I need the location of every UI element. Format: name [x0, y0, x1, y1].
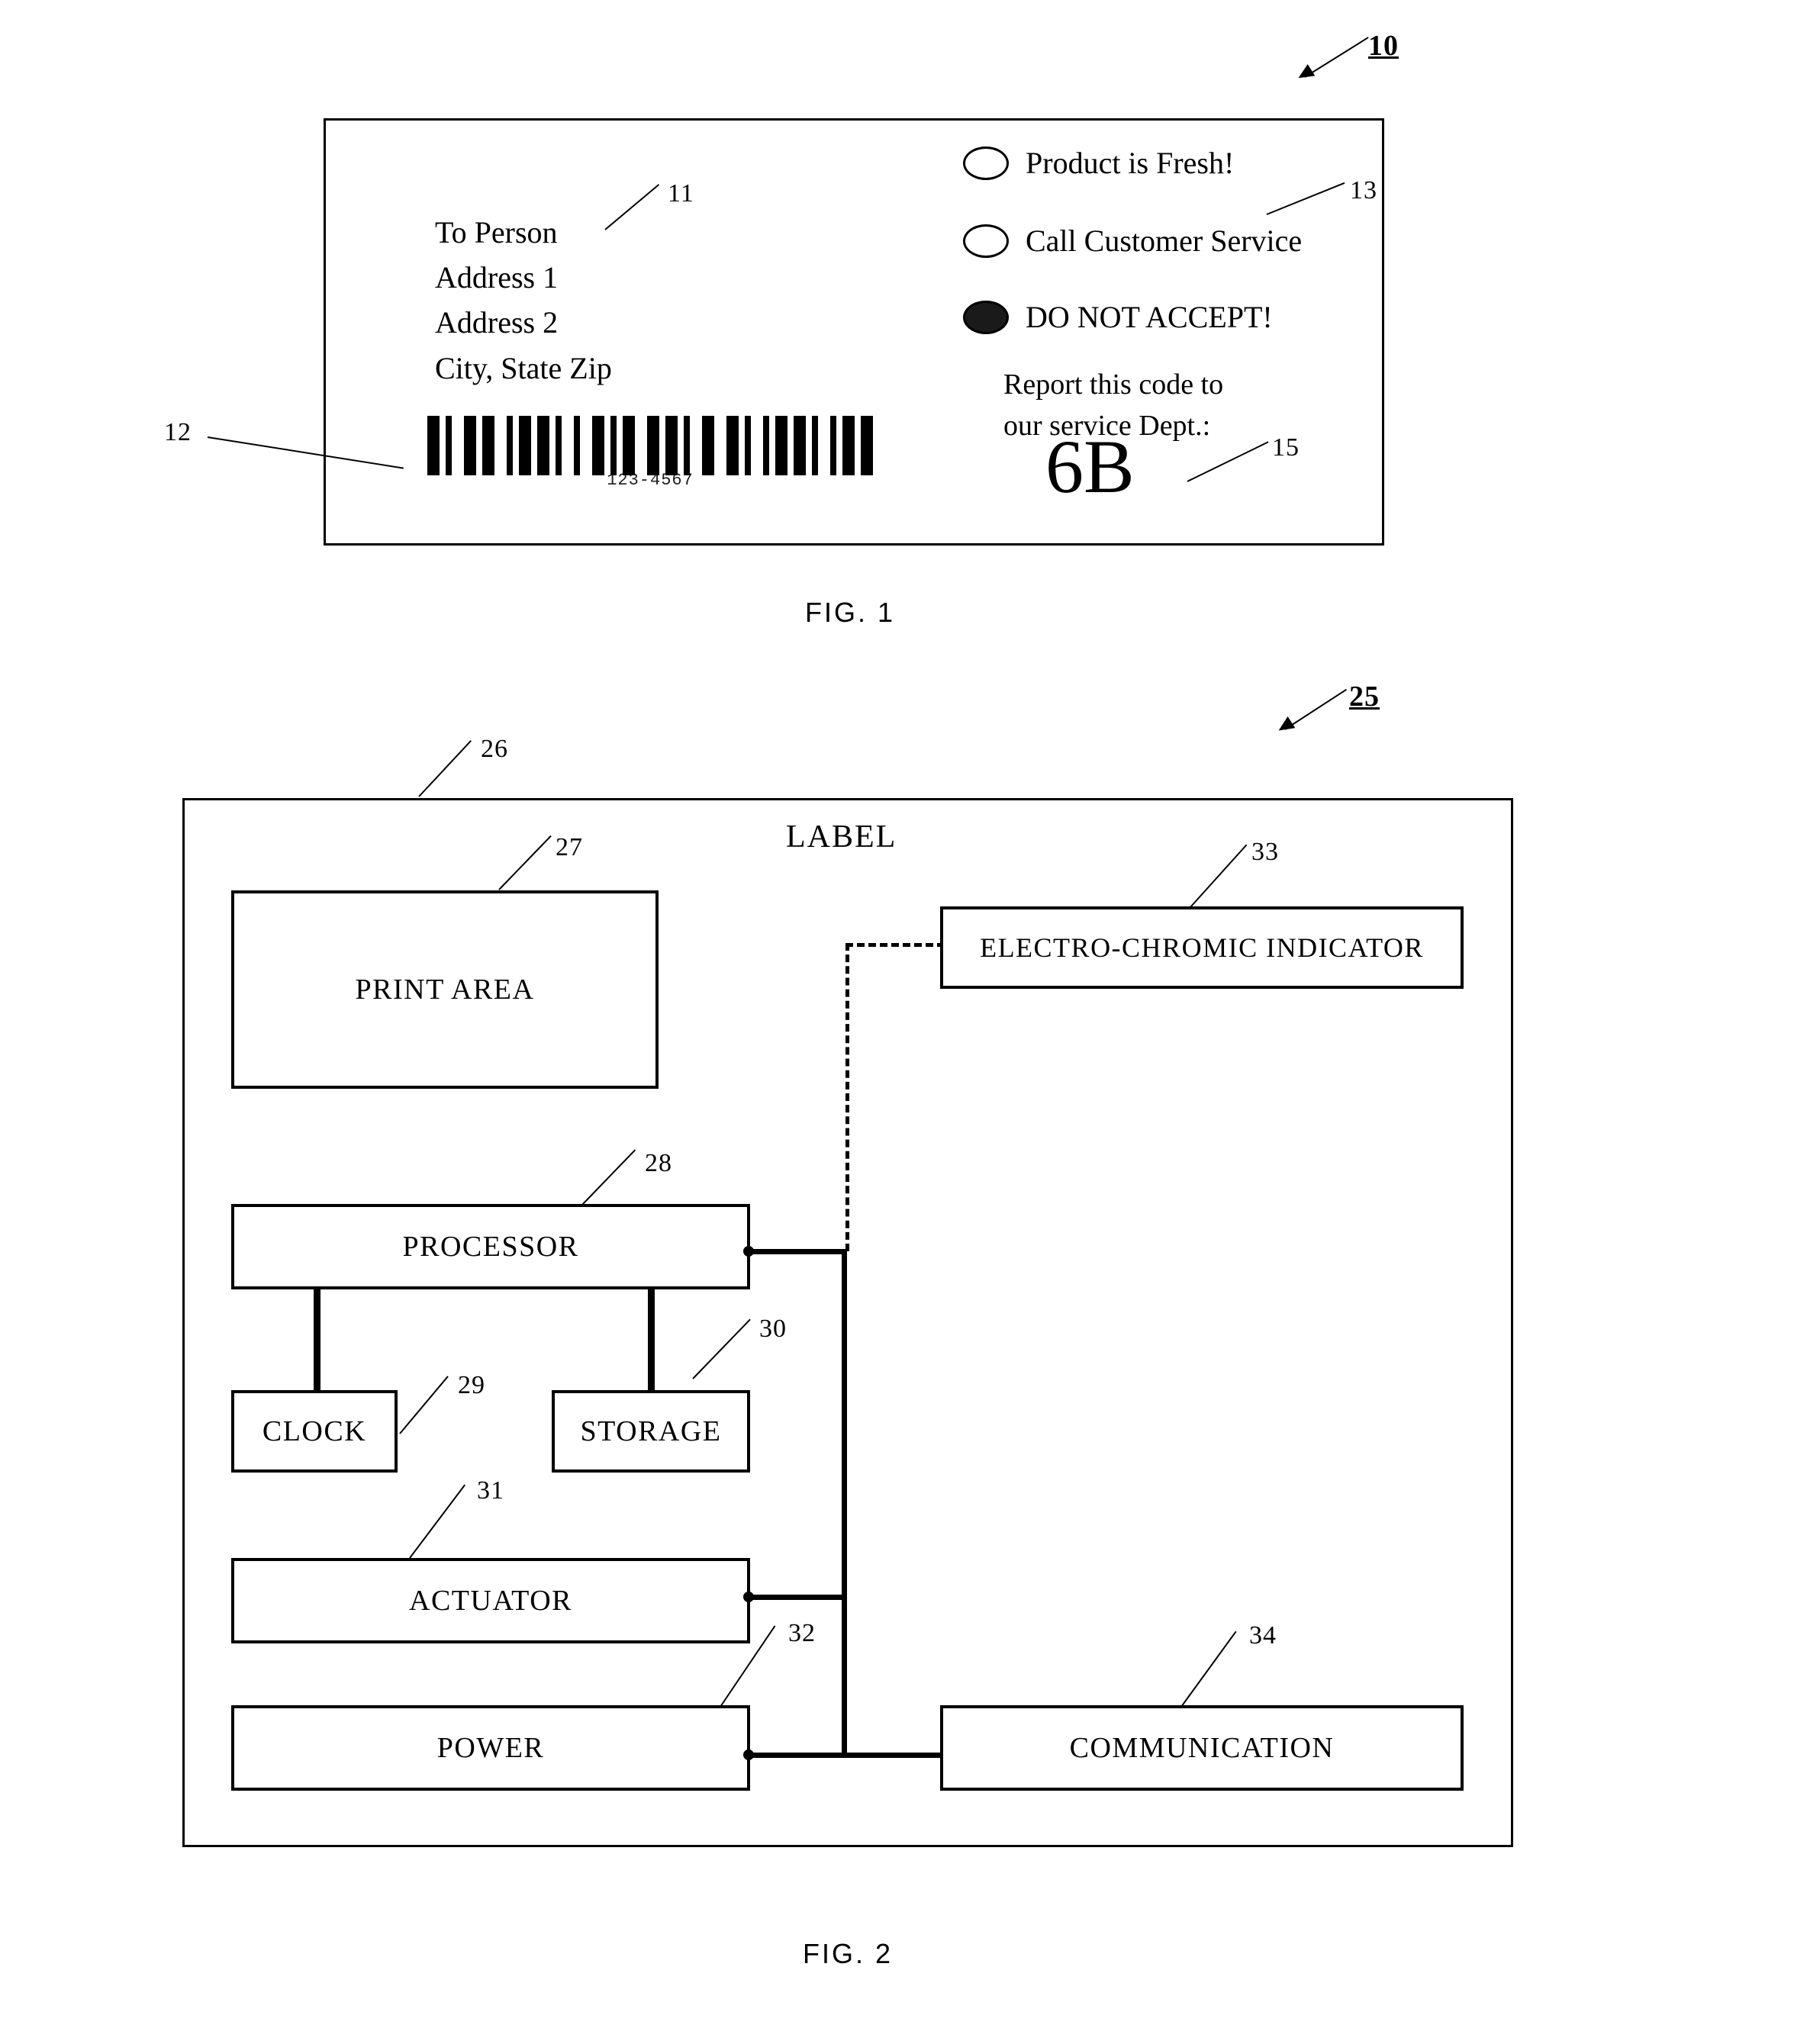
reference-numeral-27: 27 — [556, 833, 583, 861]
block-electro-chromic-indicator-label: ELECTRO-CHROMIC INDICATOR — [980, 932, 1424, 963]
block-power: POWER — [231, 1705, 750, 1791]
indicator-row-do-not-accept: DO NOT ACCEPT! — [963, 299, 1273, 335]
block-clock: CLOCK — [231, 1390, 398, 1473]
address-line-3: Address 2 — [435, 305, 559, 340]
reference-numeral-31: 31 — [477, 1476, 504, 1505]
label-title: LABEL — [786, 819, 897, 855]
block-storage-label: STORAGE — [580, 1415, 722, 1447]
figure-1-caption: FIG. 1 — [805, 597, 896, 628]
patent-drawing-sheet: 10 12 To Person Address 1 Address 2 City… — [0, 0, 1794, 2044]
block-storage: STORAGE — [552, 1390, 750, 1473]
indicator-row-fresh: Product is Fresh! — [963, 145, 1234, 181]
indicator-label-call-service: Call Customer Service — [1026, 224, 1303, 258]
bus-vertical-main — [842, 1251, 847, 1756]
address-line-4: City, State Zip — [435, 350, 612, 385]
reference-numeral-28: 28 — [645, 1149, 672, 1177]
block-processor: PROCESSOR — [231, 1204, 750, 1289]
wire-processor-to-bus — [748, 1249, 847, 1254]
indicator-row-call-service: Call Customer Service — [963, 223, 1302, 259]
block-actuator-label: ACTUATOR — [409, 1585, 572, 1617]
indicator-dot-open — [963, 224, 1009, 258]
reference-numeral-13: 13 — [1350, 176, 1377, 204]
reference-numeral-32: 32 — [788, 1619, 816, 1647]
barcode-number: 123-4567 — [607, 471, 694, 490]
block-actuator: ACTUATOR — [231, 1558, 750, 1643]
block-electro-chromic-indicator: ELECTRO-CHROMIC INDICATOR — [940, 906, 1464, 989]
junction-power-bus — [743, 1749, 754, 1760]
wire-processor-to-clock — [314, 1286, 320, 1393]
report-line-1: Report this code to — [1003, 369, 1224, 401]
junction-actuator-bus — [743, 1592, 754, 1602]
reference-numeral-15: 15 — [1272, 433, 1300, 462]
reference-numeral-29: 29 — [458, 1371, 485, 1399]
dashed-line-vertical-indicator — [845, 943, 849, 1251]
barcode-bars — [427, 416, 873, 475]
leader-line-26 — [418, 740, 472, 797]
figure-2-caption: FIG. 2 — [803, 1938, 894, 1969]
reference-numeral-26: 26 — [481, 735, 508, 763]
indicator-dot-open — [963, 146, 1009, 180]
block-communication: COMMUNICATION — [940, 1705, 1464, 1791]
address-line-1: To Person — [435, 215, 558, 249]
wire-actuator-to-bus — [748, 1595, 847, 1600]
block-clock-label: CLOCK — [262, 1415, 367, 1447]
wire-processor-to-storage — [648, 1286, 655, 1393]
dashed-line-horizontal-indicator — [845, 943, 945, 947]
reference-numeral-10: 10 — [1368, 30, 1399, 62]
block-processor-label: PROCESSOR — [402, 1231, 579, 1263]
indicator-label-do-not-accept: DO NOT ACCEPT! — [1026, 300, 1273, 334]
junction-processor-bus — [743, 1246, 754, 1257]
service-code-value: 6B — [1045, 424, 1135, 509]
arrowhead-25 — [1274, 716, 1296, 736]
leader-line-25 — [1284, 688, 1348, 730]
reference-numeral-34: 34 — [1249, 1621, 1277, 1650]
reference-numeral-11: 11 — [668, 179, 694, 208]
leader-line-10 — [1304, 37, 1369, 78]
wire-power-to-communication — [748, 1753, 945, 1758]
reference-numeral-33: 33 — [1251, 838, 1279, 866]
indicator-dot-filled — [963, 300, 1009, 334]
indicator-label-fresh: Product is Fresh! — [1026, 146, 1235, 180]
address-line-2: Address 1 — [435, 260, 559, 295]
arrowhead-10 — [1294, 64, 1316, 84]
block-print-area: PRINT AREA — [231, 890, 659, 1089]
reference-numeral-12: 12 — [164, 418, 192, 446]
reference-numeral-30: 30 — [759, 1315, 787, 1343]
block-communication-label: COMMUNICATION — [1069, 1732, 1335, 1764]
barcode: 123-4567 — [427, 416, 873, 490]
recipient-address-block: To Person Address 1 Address 2 City, Stat… — [435, 210, 612, 391]
block-power-label: POWER — [436, 1732, 545, 1764]
reference-numeral-25: 25 — [1349, 681, 1380, 713]
block-print-area-label: PRINT AREA — [355, 974, 535, 1006]
